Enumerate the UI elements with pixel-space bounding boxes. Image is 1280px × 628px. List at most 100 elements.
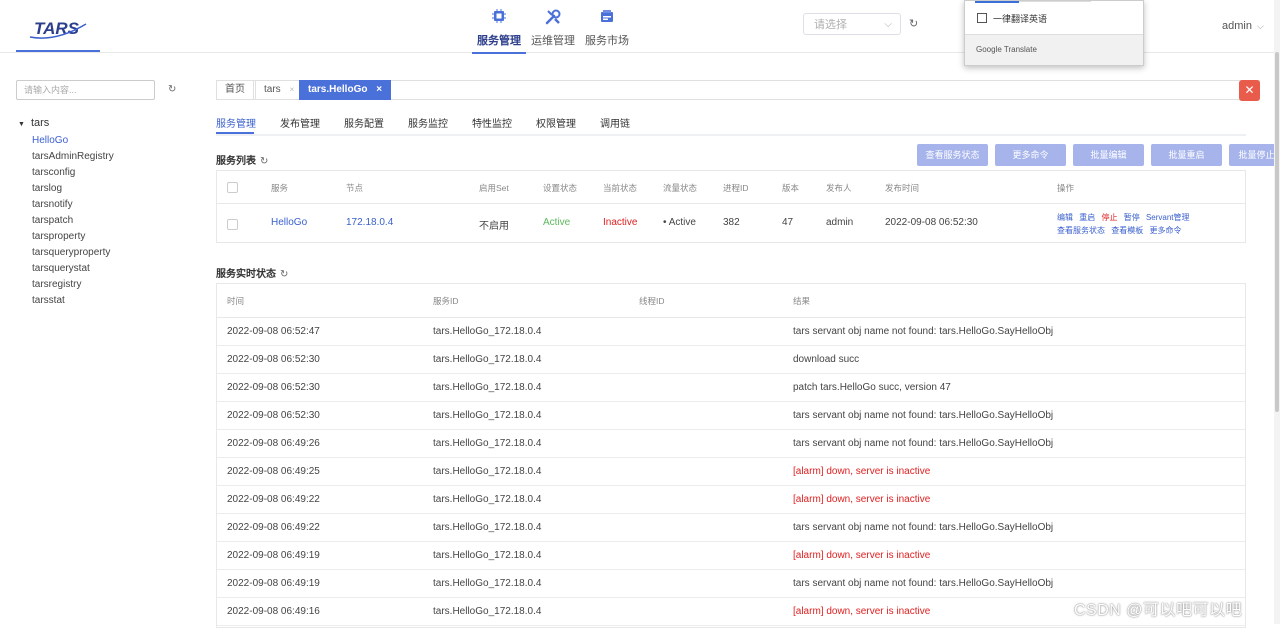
tree-item[interactable]: tarspatch (18, 213, 114, 229)
table-row: 2022-09-08 06:49:22 tars.HelloGo_172.18.0… (217, 514, 1245, 542)
subtab-config[interactable]: 服务配置 (344, 115, 384, 130)
more-commands-link[interactable]: 更多命令 (1149, 226, 1181, 235)
caret-down-icon[interactable]: ▼ (18, 117, 25, 133)
subtab-permission[interactable]: 权限管理 (536, 115, 576, 130)
publisher-value: admin (826, 217, 854, 228)
tree-item[interactable]: tarsqueryproperty (18, 245, 114, 261)
nav-service-market[interactable]: 服务市场 (580, 6, 634, 52)
setting-state-value: Active (543, 217, 571, 228)
cell-service-id: tars.HelloGo_172.18.0.4 (433, 606, 542, 617)
cell-result: [alarm] down, server is inactive (793, 606, 931, 617)
select-all-checkbox[interactable] (227, 182, 238, 193)
subtab-call-chain[interactable]: 调用链 (600, 115, 630, 130)
view-service-status-button[interactable]: 查看服务状态 (917, 144, 988, 166)
batch-edit-button[interactable]: 批量编辑 (1073, 144, 1144, 166)
cell-result: download succ (793, 354, 860, 365)
cell-result: patch tars.HelloGo succ, version 47 (793, 382, 951, 393)
tree-root-label: tars (30, 117, 50, 129)
table-row: 2022-09-08 06:52:30 tars.HelloGo_172.18.0… (217, 346, 1245, 374)
table-header: 服务 节点 启用Set 设置状态 当前状态 流量状态 进程ID 版本 发布人 发… (217, 171, 1245, 204)
nav-label: 服务市场 (585, 35, 629, 47)
publish-time-value: 2022-09-08 06:52:30 (885, 217, 978, 228)
cell-time: 2022-09-08 06:49:26 (227, 438, 320, 449)
tree-item[interactable]: tarsquerystat (18, 261, 114, 277)
current-state-value: Inactive (603, 217, 638, 228)
tab-home[interactable]: 首页 (216, 80, 254, 100)
cell-result: [alarm] down, server is inactive (793, 466, 931, 477)
set-value: 不启用 (479, 221, 509, 232)
subtab-publish[interactable]: 发布管理 (280, 115, 320, 130)
stop-link[interactable]: 停止 (1101, 213, 1117, 222)
row-checkbox[interactable] (227, 219, 238, 230)
col-time: 时间 (227, 296, 245, 306)
cell-time: 2022-09-08 06:52:47 (227, 326, 320, 337)
cell-time: 2022-09-08 06:49:19 (227, 550, 320, 561)
edit-link[interactable]: 编辑 (1057, 213, 1073, 222)
batch-stop-button[interactable]: 批量停止 (1229, 144, 1280, 166)
table-row: 2022-09-08 06:49:25 tars.HelloGo_172.18.0… (217, 458, 1245, 486)
node-link[interactable]: 172.18.0.4 (346, 217, 393, 228)
tree-item[interactable]: tarsnotify (18, 197, 114, 213)
nav-label: 运维管理 (531, 35, 575, 47)
service-name-link[interactable]: HelloGo (271, 217, 307, 228)
col-setting-state: 设置状态 (543, 183, 578, 193)
subtab-monitor[interactable]: 服务监控 (408, 115, 448, 130)
tab-tars-hellogo[interactable]: tars.HelloGo × (299, 80, 392, 100)
refresh-icon[interactable]: ↻ (280, 269, 288, 280)
tab-label: tars (264, 84, 281, 95)
more-commands-button[interactable]: 更多命令 (995, 144, 1066, 166)
tree-item[interactable]: tarslog (18, 181, 114, 197)
nav-ops-management[interactable]: 运维管理 (526, 6, 580, 52)
close-all-tabs-button[interactable]: ✕ (1239, 80, 1260, 101)
tree-item[interactable]: tarsAdminRegistry (18, 149, 114, 165)
service-actions: 查看服务状态 更多命令 批量编辑 批量重启 批量停止 (917, 144, 1280, 166)
tars-logo[interactable]: TARS (16, 12, 100, 52)
cell-result: tars servant obj name not found: tars.He… (793, 410, 1054, 421)
servant-manage-link[interactable]: Servant管理 (1146, 213, 1190, 222)
svg-text:TARS: TARS (34, 19, 80, 38)
batch-restart-button[interactable]: 批量重启 (1151, 144, 1222, 166)
tree-item[interactable]: tarsconfig (18, 165, 114, 181)
close-icon[interactable]: × (376, 84, 382, 95)
tree-item[interactable]: tarsstat (18, 293, 114, 309)
col-actions: 操作 (1057, 183, 1075, 193)
app-select[interactable]: 请选择 ⌵ (803, 13, 901, 35)
subtab-feature-monitor[interactable]: 特性监控 (472, 115, 512, 130)
col-service: 服务 (271, 183, 289, 193)
col-flow-state: 流量状态 (663, 183, 698, 193)
cell-result: tars servant obj name not found: tars.He… (793, 438, 1054, 449)
tree-item[interactable]: tarsregistry (18, 277, 114, 293)
user-menu[interactable]: admin ⌵ (1222, 20, 1264, 32)
view-template-link[interactable]: 查看模板 (1111, 226, 1143, 235)
tree-item[interactable]: tarsproperty (18, 229, 114, 245)
translate-popup: 一律翻译英语 Google Translate (964, 0, 1144, 66)
scrollbar-thumb[interactable] (1275, 52, 1279, 412)
pause-link[interactable]: 暂停 (1124, 213, 1140, 222)
close-icon[interactable]: × (289, 85, 294, 94)
cell-service-id: tars.HelloGo_172.18.0.4 (433, 438, 542, 449)
restart-link[interactable]: 重启 (1079, 213, 1095, 222)
col-version: 版本 (782, 183, 800, 193)
wrench-icon (526, 8, 580, 28)
tree-root-tars[interactable]: ▼ tars (18, 115, 114, 133)
cell-service-id: tars.HelloGo_172.18.0.4 (433, 354, 542, 365)
cell-time: 2022-09-08 06:49:25 (227, 466, 320, 477)
table-row: 2022-09-08 06:49:19 tars.HelloGo_172.18.0… (217, 542, 1245, 570)
tab-tars[interactable]: tars × (255, 80, 304, 100)
always-translate-checkbox[interactable] (977, 13, 987, 23)
refresh-icon[interactable]: ↻ (168, 84, 176, 95)
nav-service-management[interactable]: 服务管理 (472, 6, 526, 54)
view-status-link[interactable]: 查看服务状态 (1057, 226, 1105, 235)
refresh-icon[interactable]: ↻ (909, 17, 918, 30)
cell-service-id: tars.HelloGo_172.18.0.4 (433, 382, 542, 393)
sidebar-search-input[interactable]: 请输入内容... (16, 80, 155, 100)
subtab-service-management[interactable]: 服务管理 (216, 115, 256, 130)
tree-item-hellogo[interactable]: HelloGo (18, 133, 114, 149)
realtime-status-title: 服务实时状态 ↻ (216, 265, 288, 280)
always-translate-label: 一律翻译英语 (993, 14, 1048, 24)
main-nav: 服务管理 运维管理 服务市场 (472, 6, 634, 54)
cell-service-id: tars.HelloGo_172.18.0.4 (433, 550, 542, 561)
refresh-icon[interactable]: ↻ (260, 156, 268, 167)
cell-time: 2022-09-08 06:49:22 (227, 522, 320, 533)
cell-service-id: tars.HelloGo_172.18.0.4 (433, 326, 542, 337)
